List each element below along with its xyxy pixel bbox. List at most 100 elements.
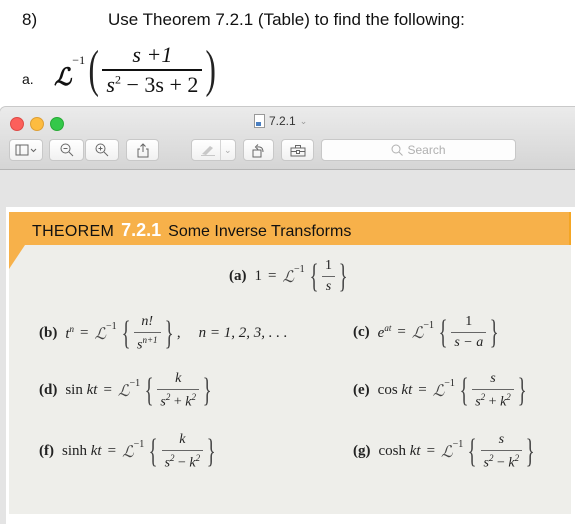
laplace-operator: ℒ bbox=[117, 381, 130, 401]
fraction-denominator: s2 − 3s + 2 bbox=[102, 72, 202, 98]
den-op: − bbox=[174, 455, 190, 471]
denominator: s2 − k2 bbox=[481, 453, 523, 472]
inverse-power: −1 bbox=[72, 52, 86, 67]
laplace-operator: ℒ bbox=[94, 324, 107, 344]
left-brace: { bbox=[121, 314, 131, 352]
zoom-out-icon bbox=[60, 143, 73, 157]
equals-sign: = bbox=[268, 268, 277, 284]
formula-label: (a) bbox=[229, 268, 247, 284]
right-paren: ) bbox=[205, 41, 217, 98]
fraction-bar bbox=[472, 389, 514, 390]
formula-f: (f) sinh kt = ℒ −1 { k s2 − k2 } bbox=[39, 432, 219, 472]
right-brace: } bbox=[517, 371, 527, 409]
inverse-power: −1 bbox=[133, 439, 145, 451]
question-number: 8) bbox=[22, 10, 38, 29]
laplace-operator: ℒ bbox=[122, 442, 134, 462]
square: 2 bbox=[514, 453, 520, 463]
document-page[interactable]: THEOREM 7.2.1 Some Inverse Transforms (a… bbox=[6, 207, 575, 524]
inverse-power: −1 bbox=[452, 439, 464, 451]
chevron-down-icon: ⌄ bbox=[299, 115, 308, 126]
fraction-bar bbox=[480, 450, 523, 451]
formula-label: (f) bbox=[39, 443, 54, 460]
inverse-power: −1 bbox=[129, 378, 141, 390]
share-icon bbox=[137, 142, 148, 157]
equals-sign: = bbox=[103, 382, 112, 399]
numerator: 1 bbox=[324, 258, 332, 273]
numerator: n! bbox=[141, 314, 154, 329]
formula-label: (b) bbox=[39, 325, 58, 342]
toolbox-button[interactable] bbox=[281, 139, 314, 161]
square: 2 bbox=[191, 392, 196, 402]
theorem-number: 7.2.1 bbox=[121, 220, 162, 240]
right-brace: } bbox=[489, 313, 499, 351]
sidebar-icon bbox=[15, 144, 37, 156]
lhs-function: cos bbox=[377, 382, 398, 399]
fraction-bar bbox=[133, 332, 161, 333]
minimize-button[interactable] bbox=[30, 117, 44, 131]
comma: , bbox=[176, 325, 181, 342]
formula-g: (g) cosh kt = ℒ −1 { s s2 − k2 } bbox=[353, 432, 538, 472]
question-expression: ℒ −1 ( s +1 s2 − 3s + 2 ) bbox=[54, 40, 220, 100]
formula-condition: n = 1, 2, 3, . . . bbox=[198, 325, 288, 342]
formula-label: (d) bbox=[39, 382, 58, 399]
window-title[interactable]: 7.2.1 ⌄ bbox=[254, 114, 307, 128]
right-brace: } bbox=[206, 432, 216, 470]
pen-icon bbox=[201, 146, 215, 156]
lhs-exp: at bbox=[384, 323, 392, 333]
formula-a: (a) 1 = ℒ −1 { 1s } bbox=[229, 258, 351, 295]
numerator: k bbox=[175, 371, 182, 386]
left-paren: ( bbox=[88, 41, 99, 98]
left-brace: { bbox=[148, 432, 158, 470]
right-brace: } bbox=[164, 314, 174, 352]
close-button[interactable] bbox=[10, 117, 24, 131]
zoom-in-icon bbox=[95, 143, 109, 157]
share-button[interactable] bbox=[126, 139, 159, 161]
inverse-power: −1 bbox=[294, 264, 305, 275]
formula-fraction: k s2 − k2 bbox=[161, 432, 204, 472]
search-input[interactable]: Search bbox=[321, 139, 516, 161]
formula-fraction: s s2 + k2 bbox=[472, 371, 514, 411]
theorem-header: THEOREM 7.2.1 Some Inverse Transforms bbox=[9, 212, 571, 245]
square: 2 bbox=[195, 453, 201, 463]
denominator: sn+1 bbox=[134, 335, 161, 354]
right-brace: } bbox=[338, 257, 348, 295]
den-op: − bbox=[493, 455, 509, 471]
markup-button[interactable]: ⌄ bbox=[191, 139, 236, 161]
document-icon bbox=[254, 114, 265, 128]
laplace-operator: ℒ bbox=[282, 267, 294, 286]
equals-sign: = bbox=[397, 324, 406, 340]
fullscreen-button[interactable] bbox=[50, 117, 64, 131]
denominator: s2 − k2 bbox=[162, 453, 204, 472]
lhs-function: sinh bbox=[62, 443, 88, 460]
formula-label: (e) bbox=[353, 382, 370, 399]
numerator: 1 bbox=[465, 314, 473, 329]
rotate-button[interactable] bbox=[243, 139, 274, 161]
formula-fraction: k s2 + k2 bbox=[157, 371, 199, 411]
theorem-box: THEOREM 7.2.1 Some Inverse Transforms (a… bbox=[9, 212, 571, 514]
formula-lhs: eat bbox=[378, 323, 392, 342]
markup-chevron-icon[interactable]: ⌄ bbox=[224, 145, 232, 156]
equals-sign: = bbox=[418, 382, 427, 399]
lhs-argument: kt bbox=[90, 443, 102, 460]
formula-fraction: 1s bbox=[321, 258, 335, 295]
fraction-numerator: s +1 bbox=[132, 42, 173, 68]
lhs-argument: kt bbox=[409, 443, 421, 460]
header-fold bbox=[9, 245, 25, 269]
laplace-operator: ℒ bbox=[411, 323, 424, 342]
left-brace: { bbox=[309, 257, 319, 295]
den-base: s bbox=[106, 71, 115, 97]
sidebar-toggle-button[interactable] bbox=[9, 139, 43, 161]
zoom-out-button[interactable] bbox=[49, 139, 84, 161]
formula-c: (c) eat = ℒ −1 { 1 s − a } bbox=[353, 314, 503, 351]
rotate-left-icon bbox=[252, 143, 263, 157]
zoom-in-button[interactable] bbox=[85, 139, 119, 161]
fraction-bar bbox=[102, 69, 203, 71]
equals-sign: = bbox=[426, 443, 436, 460]
denominator: s − a bbox=[454, 335, 484, 350]
search-icon bbox=[391, 144, 404, 156]
den-exp: n+1 bbox=[142, 335, 158, 345]
denominator: s2 + k2 bbox=[157, 392, 199, 411]
inverse-power: −1 bbox=[106, 321, 117, 333]
formula-fraction: 1 s − a bbox=[451, 314, 487, 351]
numerator: s bbox=[490, 371, 496, 386]
